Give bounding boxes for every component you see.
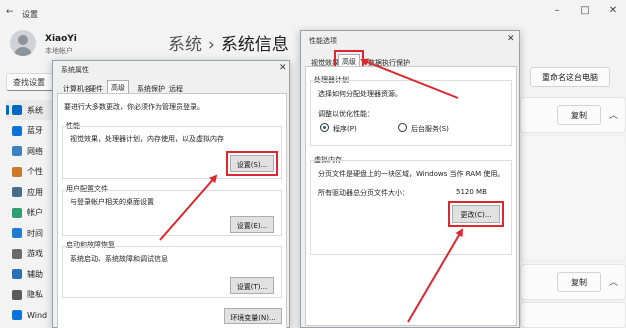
arrow-to-advanced-tab xyxy=(360,58,459,99)
arrow-to-change-button xyxy=(407,228,464,323)
arrow-to-performance-settings xyxy=(159,174,218,241)
annotation-arrows xyxy=(159,58,464,323)
